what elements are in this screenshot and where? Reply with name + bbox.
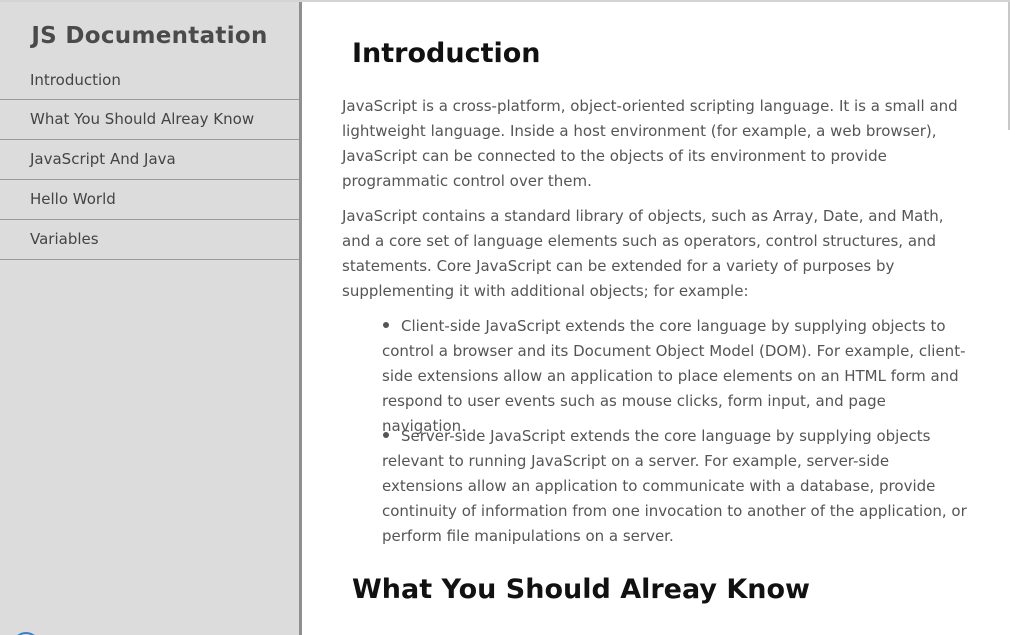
bullet-dot-icon: [383, 322, 389, 328]
bullet-list: Server-side JavaScript extends the core …: [382, 424, 972, 549]
nav-link-variables[interactable]: Variables: [0, 220, 299, 260]
nav-link-introduction[interactable]: Introduction: [0, 62, 299, 100]
sidebar-title: JS Documentation: [31, 23, 268, 49]
bullet-item: Server-side JavaScript extends the core …: [382, 424, 972, 549]
bullet-text: Client-side JavaScript extends the core …: [382, 317, 966, 435]
bullet-item: Client-side JavaScript extends the core …: [382, 314, 972, 439]
paragraph: JavaScript contains a standard library o…: [342, 207, 944, 300]
nav-link-javascript-and-java[interactable]: JavaScript And Java: [0, 140, 299, 180]
section-heading-introduction: Introduction: [352, 38, 541, 69]
sidebar-nav: JS Documentation Introduction What You S…: [0, 2, 299, 635]
bullet-text: Server-side JavaScript extends the core …: [382, 427, 967, 545]
bullet-dot-icon: [383, 432, 389, 438]
paragraph: JavaScript is a cross-platform, object-o…: [342, 97, 958, 190]
page: JS Documentation Introduction What You S…: [0, 0, 1010, 635]
bullet-list: Client-side JavaScript extends the core …: [382, 314, 972, 439]
nav-list: Introduction What You Should Alreay Know…: [0, 62, 299, 260]
section-heading-what-you-should-already-know: What You Should Alreay Know: [352, 574, 810, 605]
main-content: Introduction JavaScript is a cross-platf…: [302, 2, 1008, 635]
nav-link-hello-world[interactable]: Hello World: [0, 180, 299, 220]
nav-link-what-you-should-already-know[interactable]: What You Should Alreay Know: [0, 100, 299, 140]
